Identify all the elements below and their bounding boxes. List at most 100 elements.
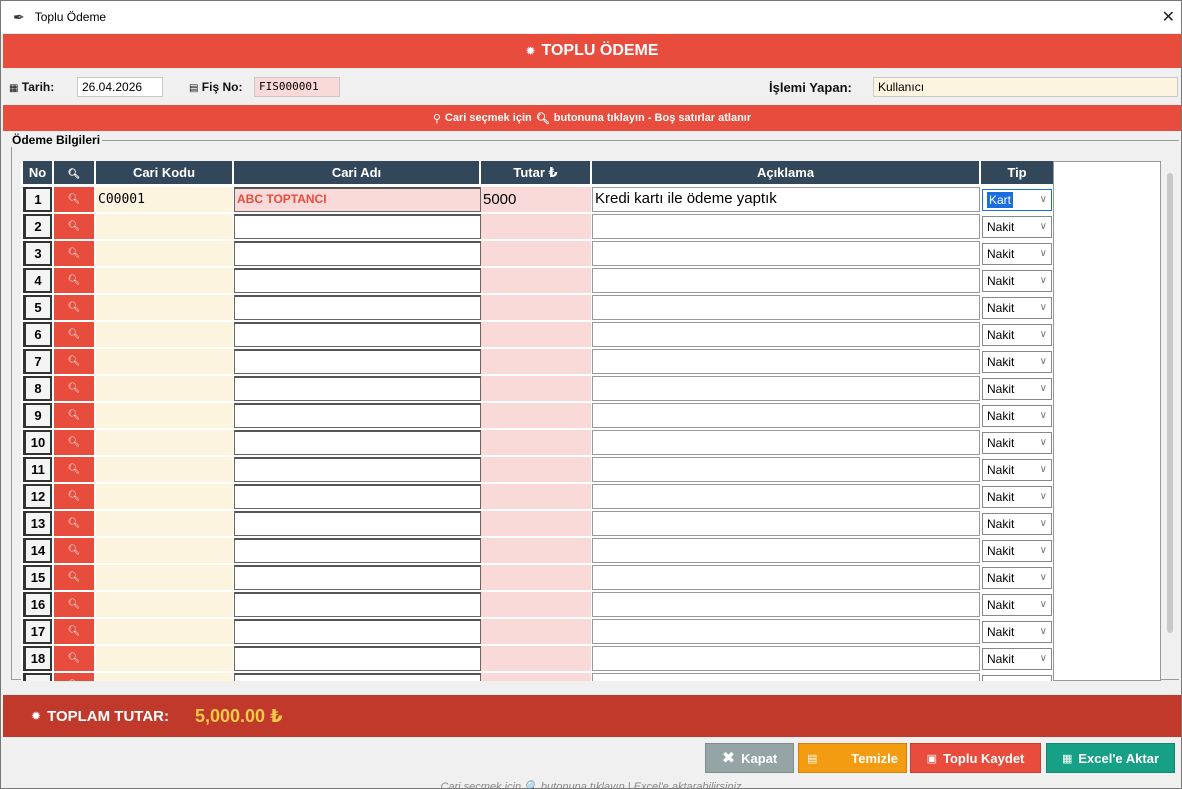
- tutar-field[interactable]: [481, 349, 591, 374]
- cari-kodu-field[interactable]: C00001: [96, 187, 233, 212]
- cari-search-button[interactable]: 🔍︎: [54, 457, 94, 482]
- aciklama-field[interactable]: [592, 592, 980, 617]
- cari-kodu-field[interactable]: [96, 619, 233, 644]
- aciklama-field[interactable]: [592, 268, 980, 293]
- tutar-field[interactable]: [481, 619, 591, 644]
- tutar-field[interactable]: [481, 322, 591, 347]
- aciklama-field[interactable]: [592, 457, 980, 482]
- cari-search-button[interactable]: 🔍︎: [54, 592, 94, 617]
- cari-search-button[interactable]: 🔍︎: [54, 268, 94, 293]
- cari-adi-field[interactable]: ABC TOPTANCI: [234, 187, 481, 212]
- cari-adi-field[interactable]: [234, 268, 481, 293]
- cari-kodu-field[interactable]: [96, 403, 233, 428]
- tip-select[interactable]: Nakit ∨: [982, 324, 1052, 346]
- cari-kodu-field[interactable]: [96, 241, 233, 266]
- cari-kodu-field[interactable]: [96, 592, 233, 617]
- tip-select[interactable]: Nakit ∨: [982, 648, 1052, 670]
- tip-select[interactable]: Nakit ∨: [982, 540, 1052, 562]
- tip-select[interactable]: Nakit ∨: [982, 243, 1052, 265]
- tip-select[interactable]: Nakit ∨: [982, 216, 1052, 238]
- cari-kodu-field[interactable]: [96, 430, 233, 455]
- tip-select[interactable]: [982, 675, 1052, 681]
- cari-kodu-field[interactable]: [96, 673, 233, 681]
- tip-select[interactable]: Nakit ∨: [982, 270, 1052, 292]
- cari-kodu-field[interactable]: [96, 214, 233, 239]
- aciklama-field[interactable]: [592, 538, 980, 563]
- cari-kodu-field[interactable]: [96, 349, 233, 374]
- cari-adi-field[interactable]: [234, 241, 481, 266]
- toplu-kaydet-button[interactable]: ▣ Toplu Kaydet: [910, 743, 1041, 773]
- tutar-field[interactable]: [481, 457, 591, 482]
- cari-kodu-field[interactable]: [96, 322, 233, 347]
- cari-search-button[interactable]: 🔍︎: [54, 214, 94, 239]
- tip-select[interactable]: Nakit ∨: [982, 594, 1052, 616]
- cari-search-button[interactable]: 🔍︎: [54, 349, 94, 374]
- aciklama-field[interactable]: [592, 511, 980, 536]
- aciklama-field[interactable]: Kredi kartı ile ödeme yaptık: [592, 187, 980, 212]
- tip-select[interactable]: Nakit ∨: [982, 351, 1052, 373]
- aciklama-field[interactable]: [592, 673, 980, 681]
- cari-adi-field[interactable]: [234, 619, 481, 644]
- tip-select[interactable]: Nakit ∨: [982, 513, 1052, 535]
- cari-search-button[interactable]: 🔍︎: [54, 511, 94, 536]
- tip-select[interactable]: Nakit ∨: [982, 567, 1052, 589]
- cari-adi-field[interactable]: [234, 592, 481, 617]
- cari-search-button[interactable]: 🔍︎: [54, 430, 94, 455]
- cari-adi-field[interactable]: [234, 511, 481, 536]
- tip-select[interactable]: Nakit ∨: [982, 432, 1052, 454]
- tutar-field[interactable]: [481, 673, 591, 681]
- tutar-field[interactable]: [481, 646, 591, 671]
- tip-select[interactable]: Kart ∨: [982, 189, 1052, 211]
- tip-select[interactable]: Nakit ∨: [982, 405, 1052, 427]
- tutar-field[interactable]: [481, 403, 591, 428]
- cari-adi-field[interactable]: [234, 430, 481, 455]
- aciklama-field[interactable]: [592, 214, 980, 239]
- cari-kodu-field[interactable]: [96, 268, 233, 293]
- cari-search-button[interactable]: 🔍︎: [54, 376, 94, 401]
- aciklama-field[interactable]: [592, 241, 980, 266]
- tutar-field[interactable]: [481, 376, 591, 401]
- cari-adi-field[interactable]: [234, 376, 481, 401]
- cari-kodu-field[interactable]: [96, 538, 233, 563]
- tutar-field[interactable]: [481, 511, 591, 536]
- tip-select[interactable]: Nakit ∨: [982, 297, 1052, 319]
- tip-select[interactable]: Nakit ∨: [982, 486, 1052, 508]
- cari-kodu-field[interactable]: [96, 484, 233, 509]
- cari-search-button[interactable]: 🔍︎: [54, 565, 94, 590]
- cari-search-button[interactable]: 🔍︎: [54, 403, 94, 428]
- cari-search-button[interactable]: 🔍︎: [54, 187, 94, 212]
- cari-adi-field[interactable]: [234, 322, 481, 347]
- tutar-field[interactable]: [481, 241, 591, 266]
- temizle-button[interactable]: ▤ Temizle: [798, 743, 907, 773]
- kapat-button[interactable]: ✖ Kapat: [705, 743, 794, 773]
- cari-search-button[interactable]: 🔍︎: [54, 619, 94, 644]
- excel-aktar-button[interactable]: ▦ Excel'e Aktar: [1046, 743, 1175, 773]
- cari-adi-field[interactable]: [234, 403, 481, 428]
- cari-search-button[interactable]: 🔍︎: [54, 241, 94, 266]
- cari-kodu-field[interactable]: [96, 376, 233, 401]
- cari-adi-field[interactable]: [234, 295, 481, 320]
- aciklama-field[interactable]: [592, 430, 980, 455]
- cari-kodu-field[interactable]: [96, 646, 233, 671]
- cari-search-button[interactable]: 🔍︎: [54, 484, 94, 509]
- vertical-scrollbar[interactable]: [1167, 173, 1173, 633]
- tutar-field[interactable]: [481, 214, 591, 239]
- tutar-field[interactable]: [481, 268, 591, 293]
- aciklama-field[interactable]: [592, 646, 980, 671]
- cari-adi-field[interactable]: [234, 565, 481, 590]
- cari-kodu-field[interactable]: [96, 565, 233, 590]
- cari-search-button[interactable]: 🔍︎: [54, 322, 94, 347]
- cari-kodu-field[interactable]: [96, 295, 233, 320]
- tip-select[interactable]: Nakit ∨: [982, 621, 1052, 643]
- cari-adi-field[interactable]: [234, 214, 481, 239]
- cari-adi-field[interactable]: [234, 457, 481, 482]
- cari-adi-field[interactable]: [234, 646, 481, 671]
- cari-adi-field[interactable]: [234, 484, 481, 509]
- cari-search-button[interactable]: 🔍︎: [54, 538, 94, 563]
- cari-adi-field[interactable]: [234, 673, 481, 681]
- close-icon[interactable]: ✕: [1162, 7, 1175, 27]
- cari-search-button[interactable]: 🔍︎: [54, 295, 94, 320]
- aciklama-field[interactable]: [592, 565, 980, 590]
- aciklama-field[interactable]: [592, 349, 980, 374]
- tarih-field[interactable]: 26.04.2026: [77, 77, 163, 97]
